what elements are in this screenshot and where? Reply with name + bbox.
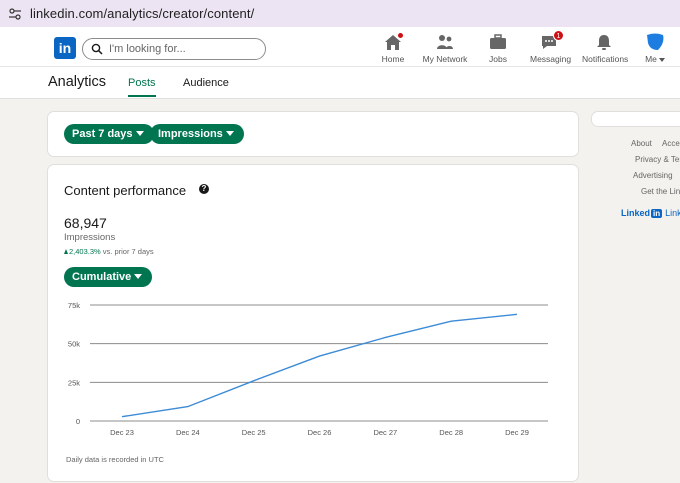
bell-icon <box>594 33 614 51</box>
linkedin-footer-brand: LinkedinLinked <box>621 208 680 218</box>
nav-messaging-label: Messaging <box>530 54 572 64</box>
avatar-icon <box>645 33 665 51</box>
caret-down-icon <box>225 130 234 136</box>
metric-label: Impressions <box>158 128 223 140</box>
brand-text: Linked <box>621 208 651 218</box>
messaging-badge: 1 <box>553 30 564 41</box>
site-settings-icon[interactable] <box>8 7 22 21</box>
x-tick-label: Dec 27 <box>373 428 397 437</box>
y-tick-label: 0 <box>76 417 80 426</box>
footer-link-advertising[interactable]: Advertising <box>633 171 673 180</box>
right-rail-card <box>592 112 680 126</box>
tab-posts[interactable]: Posts <box>128 77 156 97</box>
change-suffix: vs. prior 7 days <box>102 247 154 256</box>
footer-link-accessibility[interactable]: Acces <box>662 139 680 148</box>
nav-home[interactable]: Home <box>380 31 406 65</box>
search-box[interactable] <box>82 38 266 60</box>
y-tick-label: 50k <box>68 340 80 349</box>
home-icon <box>383 31 405 51</box>
section-title: Content performance <box>64 183 187 198</box>
y-tick-label: 75k <box>68 301 80 310</box>
impressions-series-line <box>121 313 518 418</box>
mode-label: Cumulative <box>72 271 132 283</box>
nav-messaging[interactable]: 1 Messaging <box>530 30 572 65</box>
filters-card: Past 7 days Impressions <box>48 112 578 156</box>
search-icon <box>91 43 103 55</box>
change-value: 2,403.3% <box>69 247 101 256</box>
nav-notifications-label: Notifications <box>582 54 629 64</box>
search-input[interactable] <box>109 43 259 55</box>
x-tick-label: Dec 26 <box>308 428 332 437</box>
linkedin-logo[interactable]: in <box>54 37 76 59</box>
nav-me-label: Me <box>642 54 668 64</box>
nav-me[interactable]: Me <box>642 33 668 65</box>
nav-me-text: Me <box>645 54 657 64</box>
analytics-subheader: Analytics Posts Audience <box>0 67 680 99</box>
nav-home-label: Home <box>381 54 405 64</box>
x-tick-label: Dec 23 <box>110 428 134 437</box>
nav-my-network-label: My Network <box>422 54 468 64</box>
brand-in-logo: in <box>651 209 663 218</box>
page-title: Analytics <box>48 74 107 90</box>
nav-jobs[interactable]: Jobs <box>486 33 510 65</box>
y-tick-label: 25k <box>68 378 80 387</box>
browser-address-bar: linkedin.com/analytics/creator/content/ <box>0 0 680 27</box>
nav-jobs-label: Jobs <box>489 54 507 64</box>
utc-footnote: Daily data is recorded in UTC <box>66 455 164 464</box>
brand-rest-text: Linked <box>665 208 680 218</box>
trend-up-icon <box>64 249 68 254</box>
impressions-line-chart: 0 25k 50k 75k Dec 23 Dec 24 Dec 25 Dec 26 Dec 27… <box>68 301 548 437</box>
footer-link-about[interactable]: About <box>631 139 652 148</box>
chevron-down-icon <box>658 57 665 62</box>
impressions-label: Impressions <box>64 232 116 243</box>
impressions-change: 2,403.3% vs. prior 7 days <box>64 247 154 256</box>
content-performance-card: Content performance ? 68,947 Impressions… <box>48 165 578 481</box>
date-range-dropdown[interactable]: Past 7 days <box>64 124 154 144</box>
global-nav: in Home My Network Jobs 1 Messaging <box>0 27 680 67</box>
footer-link-get-app[interactable]: Get the Lin <box>641 187 680 196</box>
address-url[interactable]: linkedin.com/analytics/creator/content/ <box>30 6 254 21</box>
x-tick-label: Dec 25 <box>242 428 266 437</box>
cumulative-dropdown[interactable]: Cumulative <box>64 267 153 287</box>
tab-audience[interactable]: Audience <box>183 77 229 95</box>
date-range-label: Past 7 days <box>72 128 133 140</box>
home-notification-dot <box>396 31 405 40</box>
x-tick-label: Dec 29 <box>505 428 529 437</box>
impressions-total: 68,947 <box>64 215 107 231</box>
nav-notifications[interactable]: Notifications <box>582 33 629 65</box>
nav-my-network[interactable]: My Network <box>422 33 468 65</box>
help-icon[interactable]: ? <box>199 184 209 194</box>
x-tick-label: Dec 28 <box>439 428 463 437</box>
briefcase-icon <box>488 33 508 51</box>
messaging-icon: 1 <box>540 30 564 51</box>
network-icon <box>435 33 455 51</box>
footer-link-privacy[interactable]: Privacy & Ter <box>635 155 680 164</box>
caret-down-icon <box>134 273 143 279</box>
x-tick-label: Dec 24 <box>176 428 200 437</box>
metric-dropdown[interactable]: Impressions <box>150 124 244 144</box>
caret-down-icon <box>135 130 144 136</box>
